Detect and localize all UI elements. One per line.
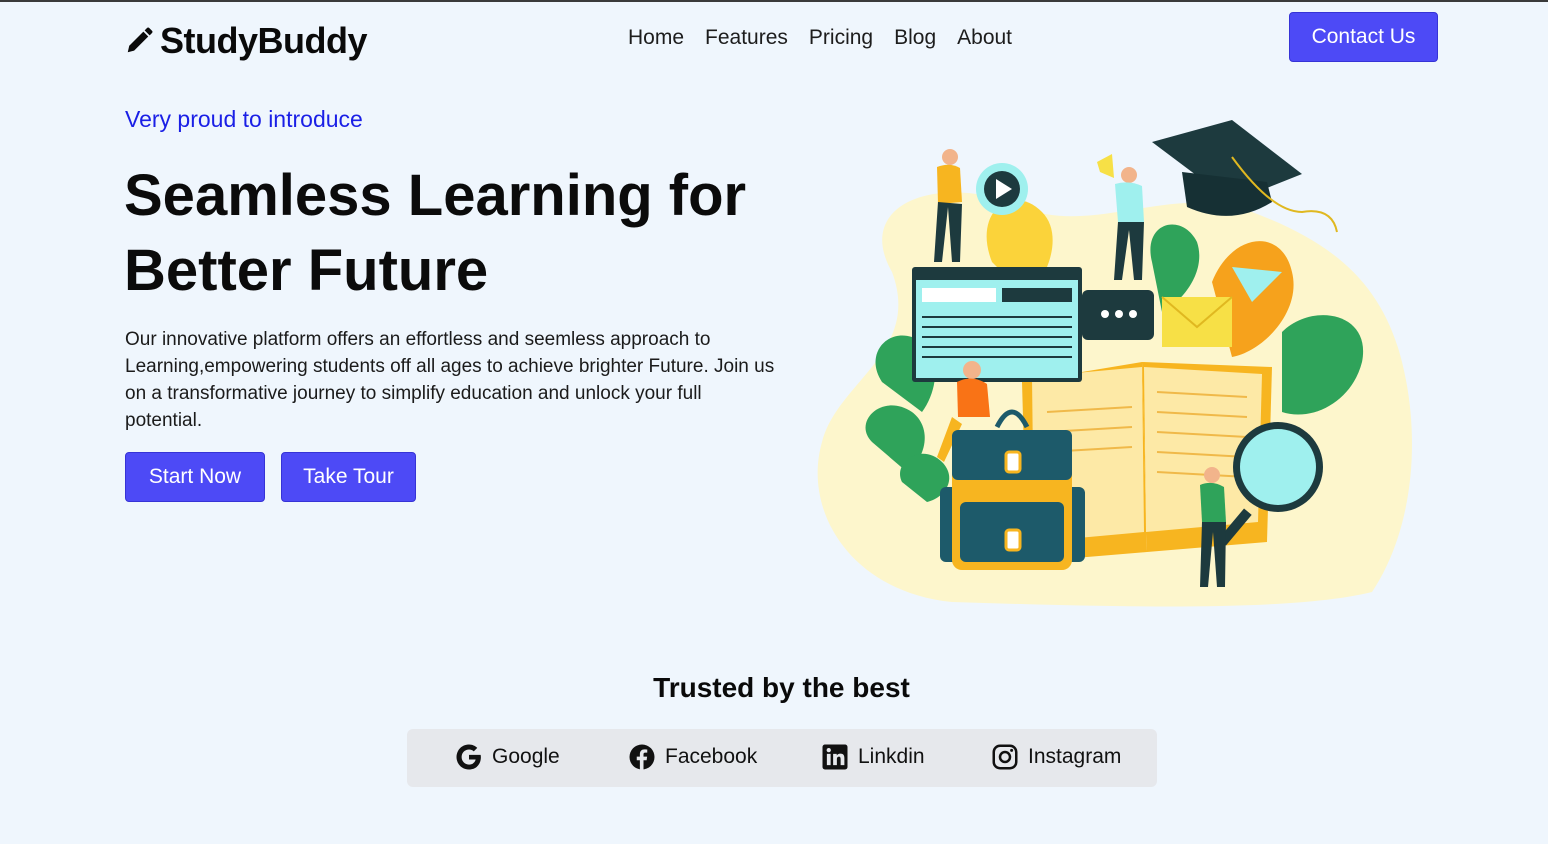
start-now-button[interactable]: Start Now: [125, 452, 265, 502]
google-icon: [456, 744, 481, 770]
hero-illustration: [817, 120, 1412, 607]
brand-logo[interactable]: StudyBuddy: [124, 20, 368, 62]
hero-title: Seamless Learning for Better Future: [124, 158, 764, 308]
hero-eyebrow: Very proud to introduce: [125, 106, 363, 132]
contact-us-button[interactable]: Contact Us: [1289, 12, 1438, 62]
nav-pricing[interactable]: Pricing: [809, 26, 873, 50]
hero-description: Our innovative platform offers an effort…: [125, 329, 775, 431]
facebook-icon: [629, 744, 655, 770]
main-nav: Home Features Pricing Blog About: [628, 26, 1012, 50]
nav-features[interactable]: Features: [705, 26, 788, 50]
brands-bar: Google Facebook Linkdin Instagram: [407, 729, 1157, 787]
brand-google-label: Google: [492, 745, 560, 768]
nav-about[interactable]: About: [957, 26, 1012, 50]
brand-instagram[interactable]: Instagram: [990, 742, 1121, 772]
take-tour-button[interactable]: Take Tour: [281, 452, 416, 502]
brand-google[interactable]: Google: [454, 742, 560, 772]
brand-name: StudyBuddy: [160, 20, 368, 61]
brand-facebook[interactable]: Facebook: [627, 742, 757, 772]
brand-facebook-label: Facebook: [665, 745, 758, 768]
hero-title-line-2: Better Future: [124, 238, 489, 303]
linkedin-icon: [822, 744, 848, 770]
instagram-icon: [992, 744, 1018, 770]
trusted-title: Trusted by the best: [653, 672, 910, 703]
brand-instagram-label: Instagram: [1028, 745, 1122, 768]
brand-linkedin[interactable]: Linkdin: [820, 742, 925, 772]
hero-title-line-1: Seamless Learning for: [124, 163, 747, 228]
pencil-icon: [127, 27, 153, 53]
nav-blog[interactable]: Blog: [894, 26, 936, 50]
brand-linkedin-label: Linkdin: [858, 745, 925, 768]
nav-home[interactable]: Home: [628, 26, 684, 50]
